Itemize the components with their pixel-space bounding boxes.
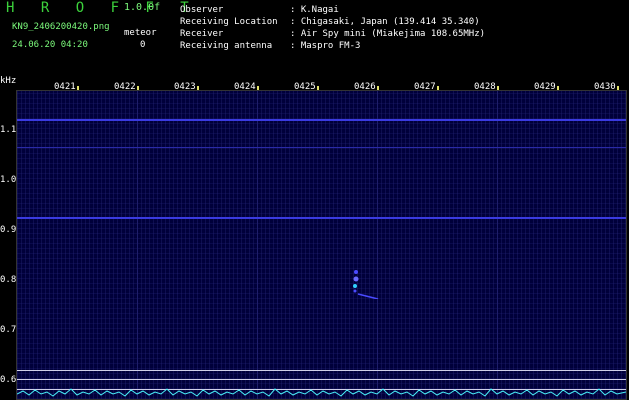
grid-line [137, 91, 138, 399]
info-value-observer: : K.Nagai [290, 5, 339, 15]
carrier-line [17, 217, 626, 219]
y-tick-label: 1.0 [0, 175, 17, 185]
header: H R O F F T 1.0.0f KN9_2406200420.png me… [0, 0, 629, 76]
y-tick-label: 0.9 [0, 225, 17, 235]
meteor-label: meteor [124, 28, 157, 38]
baseline-noise-trace [17, 388, 626, 397]
info-value-receiver: : Air Spy mini (Miakejima 108.65MHz) [290, 29, 486, 39]
info-value-location: : Chigasaki, Japan (139.414 35.340) [290, 17, 480, 27]
info-key-observer: Observer [180, 5, 224, 15]
y-tick-label: 1.1 [0, 125, 17, 135]
info-key-receiver: Receiver [180, 29, 224, 39]
meteor-count: 0 [140, 40, 146, 50]
reference-line [17, 370, 626, 371]
carrier-line [17, 147, 626, 148]
filename-label: KN9_2406200420.png [12, 22, 110, 32]
y-tick-label: 0.8 [0, 275, 17, 285]
carrier-line [17, 119, 626, 121]
version-label: 1.0.0f [124, 2, 161, 13]
app-title: H R O F F T [6, 0, 198, 16]
grid-line [497, 91, 498, 399]
spectrogram-panel [16, 90, 627, 400]
datetime-label: 24.06.20 04:20 [12, 40, 88, 50]
y-axis-unit: kHz [0, 76, 17, 86]
y-tick-label: 0.7 [0, 325, 17, 335]
info-value-antenna: : Maspro FM-3 [290, 41, 361, 51]
info-key-antenna: Receiving antenna [180, 41, 273, 51]
y-tick-label: 0.6 [0, 375, 17, 385]
meteor-echo-trace [353, 270, 379, 299]
grid-line [257, 91, 258, 399]
info-key-location: Receiving Location [180, 17, 278, 27]
grid-line [377, 91, 378, 399]
reference-line [17, 379, 626, 380]
